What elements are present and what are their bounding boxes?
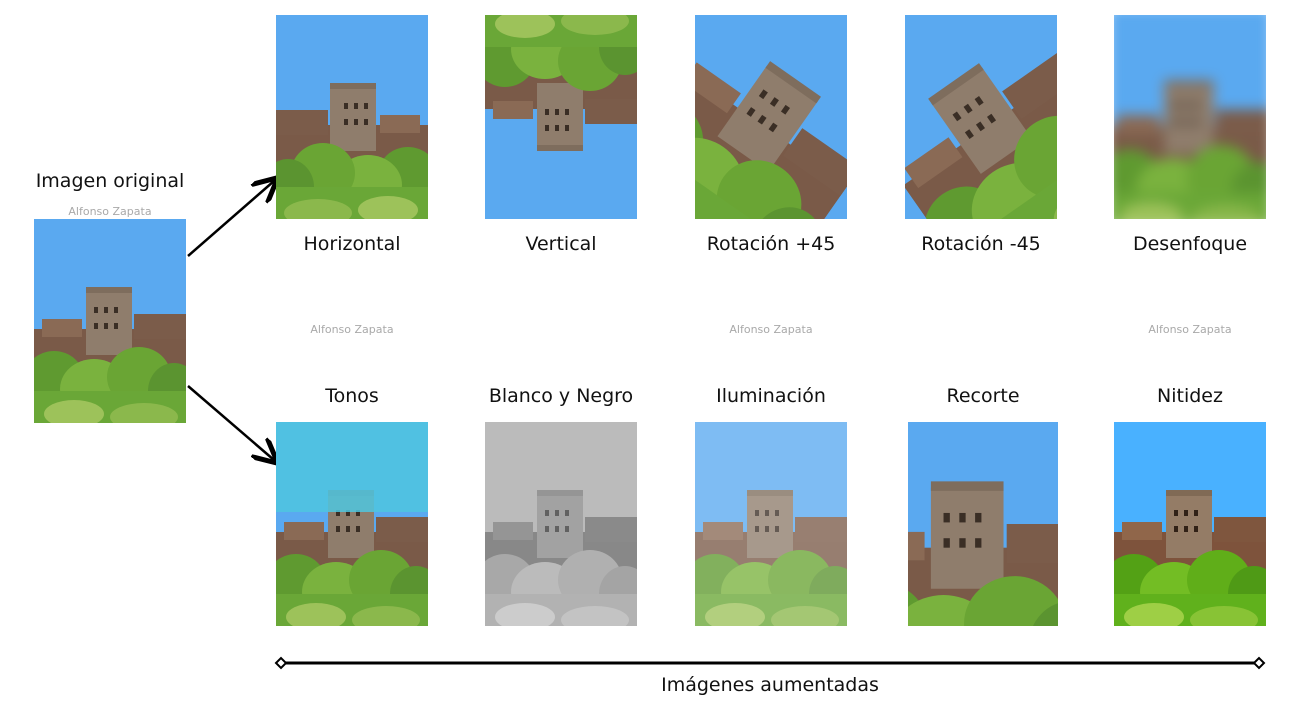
image-black-white bbox=[485, 422, 637, 626]
image-rotation-plus-45 bbox=[695, 15, 847, 219]
label-horizontal: Horizontal bbox=[303, 233, 401, 255]
image-vertical bbox=[485, 15, 637, 219]
arrows bbox=[187, 0, 1266, 670]
label-vertical: Vertical bbox=[525, 233, 597, 255]
label-tones: Tonos bbox=[325, 385, 379, 407]
label-sharpness: Nitidez bbox=[1157, 385, 1223, 407]
label-rotation-plus-45: Rotación +45 bbox=[706, 233, 836, 255]
footer-line-right-cap bbox=[1252, 656, 1266, 670]
image-crop bbox=[908, 422, 1058, 626]
image-tones bbox=[276, 422, 428, 626]
label-lighting: Iluminación bbox=[716, 385, 826, 407]
watermark-1: Alfonso Zapata bbox=[310, 323, 394, 336]
label-blur: Desenfoque bbox=[1132, 233, 1248, 255]
footer-line-left-cap bbox=[274, 656, 288, 670]
label-crop: Recorte bbox=[946, 385, 1020, 407]
image-blur bbox=[1114, 15, 1266, 219]
image-sharpness bbox=[1114, 422, 1266, 626]
watermark-3: Alfonso Zapata bbox=[1148, 323, 1232, 336]
image-rotation-minus-45 bbox=[905, 15, 1057, 219]
footer-label: Imágenes aumentadas bbox=[661, 674, 879, 696]
image-horizontal bbox=[276, 15, 428, 219]
label-rotation-minus-45: Rotación -45 bbox=[921, 233, 1041, 255]
watermark-2: Alfonso Zapata bbox=[729, 323, 813, 336]
label-black-white: Blanco y Negro bbox=[488, 385, 634, 407]
arrow-to-bottom-row bbox=[187, 385, 274, 460]
image-lighting bbox=[695, 422, 847, 626]
arrow-to-top-row bbox=[187, 181, 274, 257]
